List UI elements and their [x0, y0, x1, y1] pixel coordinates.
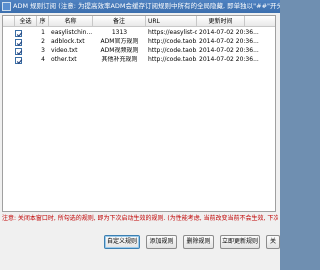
row-name: other.txt	[51, 56, 77, 63]
row-checkbox[interactable]	[15, 57, 23, 65]
header-updated[interactable]: 更新时间	[197, 16, 245, 27]
table-header: 全选 序 名称 备注 URL 更新时间	[3, 16, 275, 28]
row-remark: 其他补充规则	[101, 56, 138, 63]
header-spacer	[3, 16, 15, 27]
delete-rule-button[interactable]: 删除规则	[183, 235, 214, 249]
row-url: http://code.taob...	[148, 47, 197, 54]
table-row[interactable]: 2 adblock.txt ADM官方规则 http://code.taob..…	[3, 38, 275, 47]
header-filler	[245, 16, 275, 27]
row-remark: ADM官方规则	[100, 38, 139, 45]
row-index: 3	[41, 47, 45, 54]
row-index: 4	[41, 56, 45, 63]
row-updated: 2014-07-02 20:36...	[199, 38, 259, 45]
row-url: http://code.taob...	[148, 56, 197, 63]
row-index: 1	[41, 29, 45, 36]
header-select-all[interactable]: 全选	[15, 16, 37, 27]
header-remark[interactable]: 备注	[93, 16, 146, 27]
header-name[interactable]: 名称	[49, 16, 93, 27]
row-url: https://easylist-d...	[148, 29, 197, 36]
table-row[interactable]: 3 video.txt ADM视频规则 http://code.taob... …	[3, 47, 275, 56]
custom-rules-button[interactable]: 自定义规则	[104, 235, 140, 249]
row-url: http://code.taob...	[148, 38, 197, 45]
close-button[interactable]: 关	[266, 235, 280, 249]
header-index[interactable]: 序	[37, 16, 49, 27]
client-area: 全选 序 名称 备注 URL 更新时间 1 easylistchin... 13…	[0, 13, 280, 270]
row-updated: 2014-07-02 20:36...	[199, 47, 259, 54]
table-row[interactable]: 4 other.txt 其他补充规则 http://code.taob... 2…	[3, 56, 275, 65]
add-rule-button[interactable]: 添加规则	[146, 235, 177, 249]
row-name: video.txt	[51, 47, 78, 54]
status-note: 注意: 关闭本窗口时, 所勾选的规则, 即为下次启动生效的规则. (为性能考虑,…	[2, 215, 278, 222]
title-bar: ADM 规则订阅 (注意: 为提高效率ADM会缓存订阅规则中所有的全局隐藏, 即…	[0, 0, 280, 13]
row-checkbox[interactable]	[15, 48, 23, 56]
row-checkbox[interactable]	[15, 30, 23, 38]
row-remark: 1313	[111, 29, 128, 36]
row-index: 2	[41, 38, 45, 45]
row-checkbox[interactable]	[15, 39, 23, 47]
row-name: adblock.txt	[51, 38, 85, 45]
table-row[interactable]: 1 easylistchin... 1313 https://easylist-…	[3, 29, 275, 38]
row-name: easylistchin...	[51, 29, 93, 36]
update-now-button[interactable]: 立即更新规则	[220, 235, 260, 249]
row-updated: 2014-07-02 20:36...	[199, 56, 259, 63]
header-url[interactable]: URL	[146, 16, 197, 27]
app-icon	[2, 2, 11, 11]
row-remark: ADM视频规则	[100, 47, 139, 54]
rules-table[interactable]: 全选 序 名称 备注 URL 更新时间 1 easylistchin... 13…	[2, 15, 276, 212]
row-updated: 2014-07-02 20:36...	[199, 29, 259, 36]
window-title: ADM 规则订阅 (注意: 为提高效率ADM会缓存订阅规则中所有的全局隐藏, 即…	[13, 2, 280, 10]
